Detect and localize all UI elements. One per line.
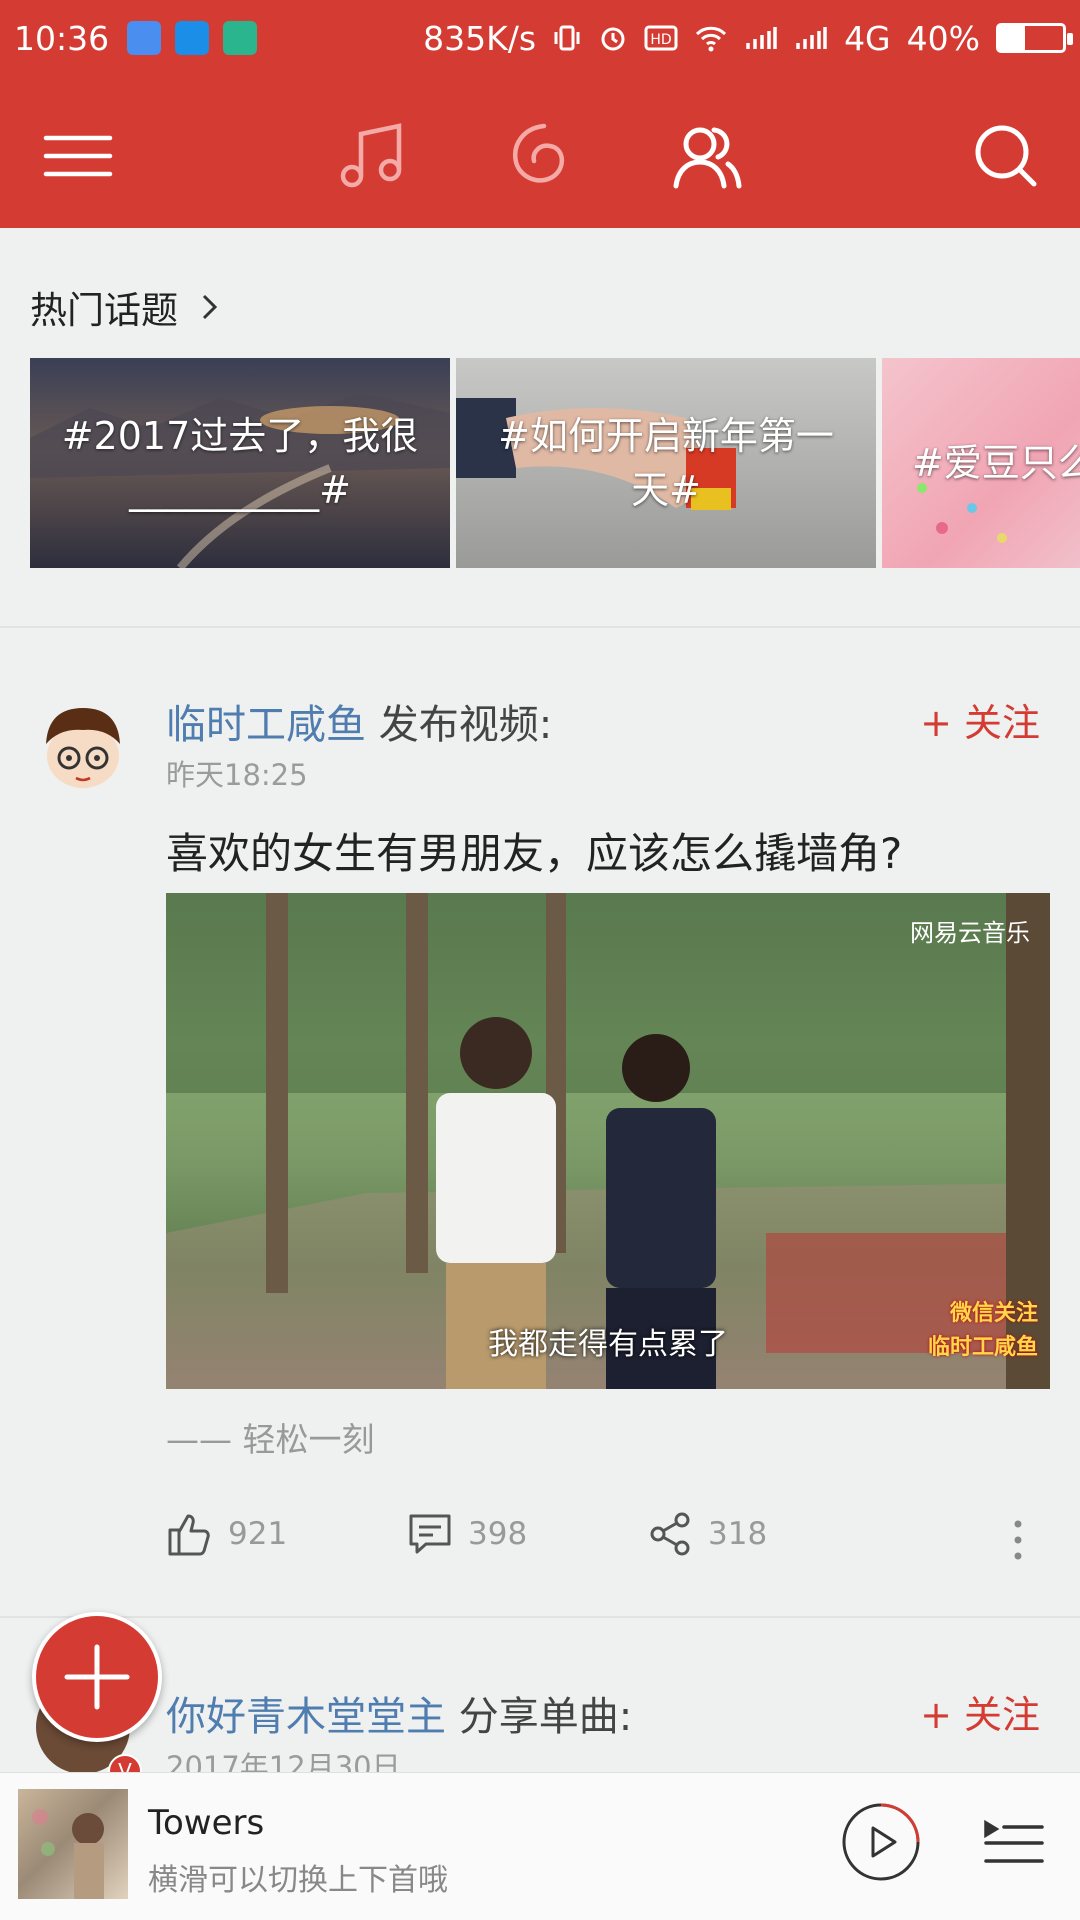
post-header: 临时工咸鱼 发布视频: — [166, 692, 552, 750]
friends-icon[interactable] — [668, 116, 748, 196]
more-icon[interactable] — [1006, 1516, 1030, 1564]
topic-label: #2017过去了，我很__________# — [61, 414, 419, 512]
promo-line: 临时工咸鱼 — [927, 1335, 1038, 1360]
post-actions: 921 398 318 — [166, 1510, 1046, 1570]
alipay-icon — [175, 21, 210, 55]
song-title: Towers — [148, 1803, 265, 1843]
comment-icon — [409, 1514, 451, 1554]
like-count: 921 — [228, 1516, 288, 1552]
search-icon[interactable] — [966, 116, 1046, 196]
video-player[interactable]: 网易云音乐 我都走得有点累了 微信关注 临时工咸鱼 — [166, 893, 1050, 1389]
network-speed: 835K/s — [423, 18, 537, 58]
comment-count: 398 — [468, 1516, 528, 1552]
app-header: 10:36 835K/s HD 4G 40% — [0, 0, 1080, 228]
album-art — [32, 1809, 104, 1899]
plus-icon — [64, 1644, 130, 1710]
menu-icon[interactable] — [38, 116, 118, 196]
post-time: 昨天18:25 — [166, 758, 308, 792]
like-button[interactable]: 921 — [166, 1510, 287, 1558]
signal-icon — [746, 27, 777, 49]
thumbs-up-icon — [168, 1514, 210, 1556]
chevron-right-icon — [202, 294, 218, 320]
video-promo: 微信关注 临时工咸鱼 — [928, 1297, 1038, 1365]
status-time: 10:36 — [14, 18, 110, 58]
share-button[interactable]: 318 — [646, 1510, 767, 1558]
swipe-hint: 横滑可以切换上下首哦 — [148, 1863, 448, 1898]
hd-icon: HD — [644, 25, 678, 51]
share-count: 318 — [708, 1516, 768, 1552]
comment-button[interactable]: 398 — [406, 1510, 527, 1558]
promo-line: 微信关注 — [949, 1301, 1038, 1326]
battery-icon — [996, 23, 1073, 53]
avatar-image — [36, 698, 130, 792]
playlist-icon[interactable] — [982, 1809, 1046, 1873]
topic-label: #爱豆只么 — [912, 441, 1080, 485]
chat-app-icon — [127, 21, 162, 55]
music-icon[interactable] — [332, 116, 412, 196]
radio-icon[interactable] — [500, 116, 580, 196]
nav-bar — [0, 76, 1080, 228]
post-author[interactable]: 临时工咸鱼 — [166, 702, 366, 748]
hot-topics-carousel[interactable]: #2017过去了，我很__________# #如何开启新年第一天# #爱豆只么 — [30, 358, 1080, 570]
hot-topics-title: 热门话题 — [30, 289, 178, 332]
scan-app-icon — [223, 21, 258, 55]
post-tag[interactable]: —— 轻松一刻 — [166, 1413, 375, 1461]
follow-button[interactable]: + 关注 — [920, 692, 1040, 747]
divider — [0, 626, 1080, 628]
topic-card[interactable]: #如何开启新年第一天# — [456, 358, 876, 568]
mini-player[interactable]: Towers 横滑可以切换上下首哦 — [0, 1772, 1080, 1920]
follow-button[interactable]: + 关注 — [920, 1684, 1040, 1739]
signal-icon-2 — [796, 27, 827, 49]
post-action: 分享单曲: — [458, 1694, 633, 1740]
album-cover[interactable] — [18, 1789, 128, 1899]
add-post-button[interactable] — [32, 1612, 162, 1742]
post-header: 你好青木堂堂主 分享单曲: — [166, 1684, 632, 1742]
battery-percent: 40% — [906, 18, 980, 58]
video-watermark: 网易云音乐 — [910, 919, 1030, 947]
status-bar: 10:36 835K/s HD 4G 40% — [0, 0, 1080, 76]
divider — [0, 1616, 1080, 1618]
network-type: 4G — [844, 18, 891, 58]
post-text[interactable]: 喜欢的女生有男朋友，应该怎么撬墙角? — [166, 820, 902, 881]
topic-card[interactable]: #爱豆只么 — [882, 358, 1080, 568]
topic-card[interactable]: #2017过去了，我很__________# — [30, 358, 450, 568]
video-thumbnail — [166, 893, 1050, 1389]
video-subtitle: 我都走得有点累了 — [488, 1327, 728, 1362]
avatar[interactable] — [36, 698, 130, 792]
alarm-icon — [601, 27, 625, 51]
play-icon[interactable] — [840, 1801, 922, 1883]
post-author[interactable]: 你好青木堂堂主 — [166, 1694, 446, 1740]
topic-label: #如何开启新年第一天# — [498, 414, 834, 512]
wifi-icon — [696, 26, 727, 52]
share-icon — [650, 1512, 690, 1556]
hot-topics-header[interactable]: 热门话题 — [30, 280, 222, 334]
post-action: 发布视频: — [378, 702, 553, 748]
vibrate-icon — [554, 25, 580, 51]
svg-text:HD: HD — [650, 32, 671, 48]
